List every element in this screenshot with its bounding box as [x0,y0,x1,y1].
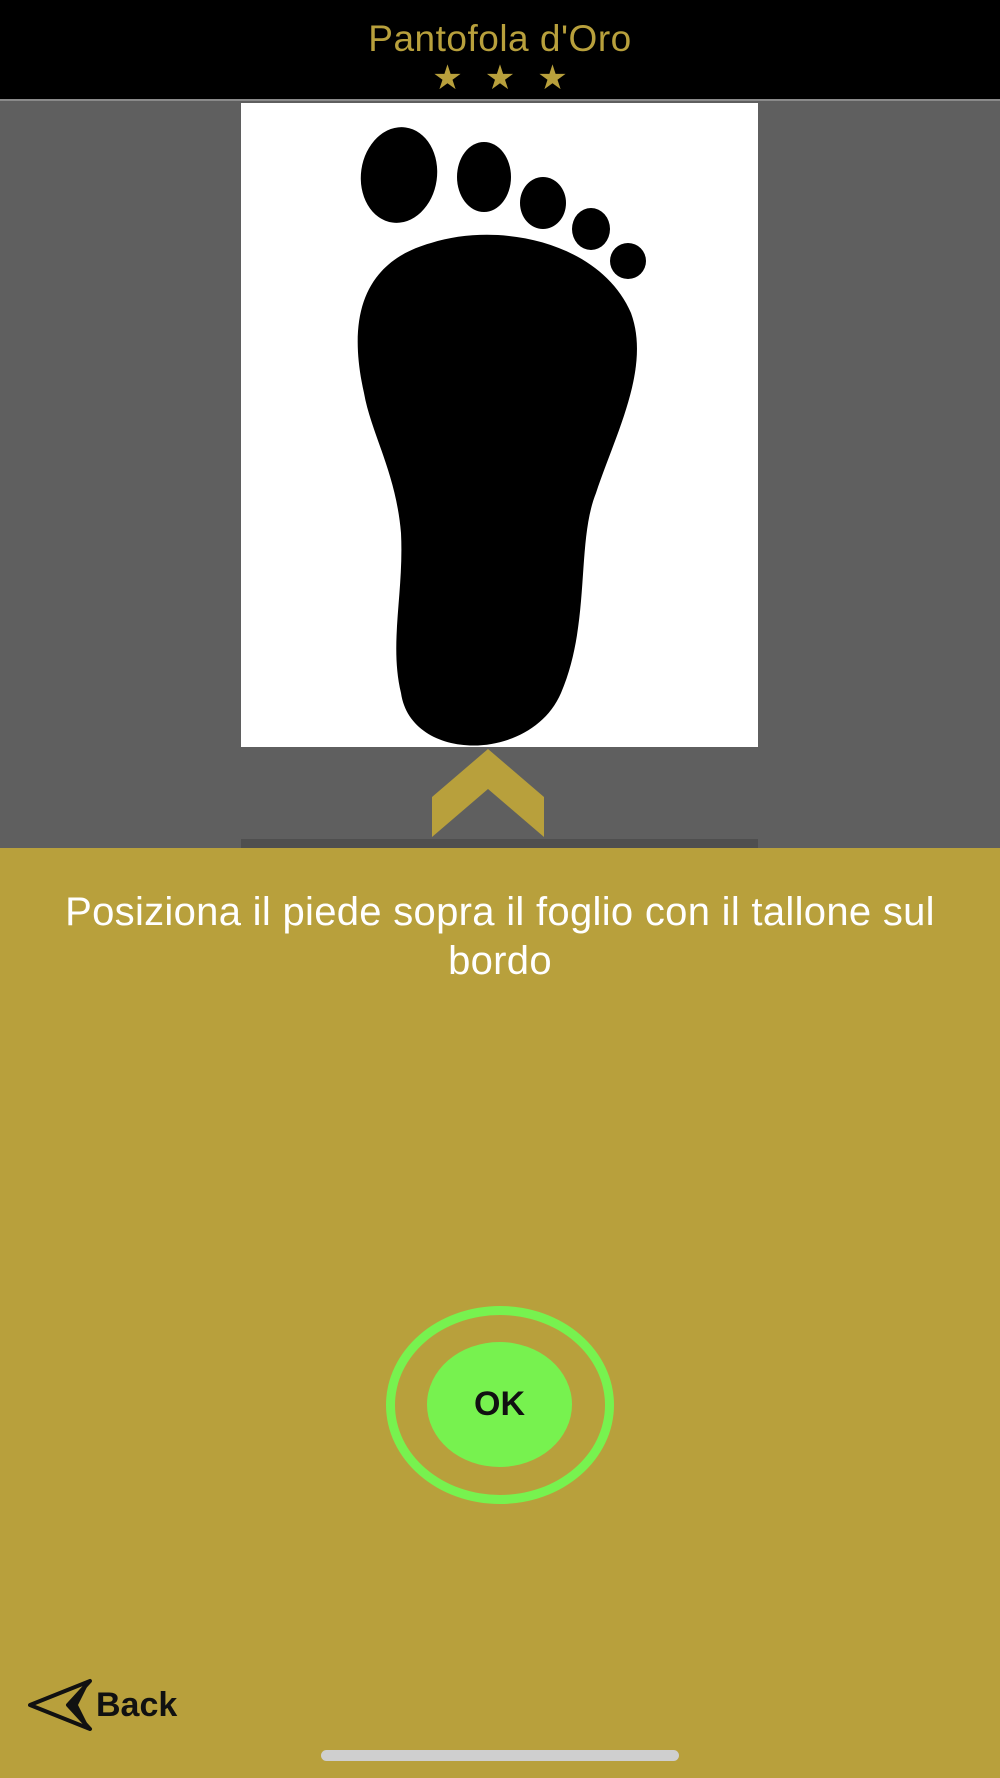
paper-sheet [241,103,758,747]
back-button[interactable]: Back [28,1675,198,1735]
camera-preview [0,101,1000,848]
app-title: Pantofola d'Oro [368,18,632,59]
sheet-edge-strip [241,839,758,848]
foot-icon [357,127,646,746]
chevron-up-icon [432,749,544,837]
home-indicator[interactable] [321,1750,679,1761]
header-bar: Pantofola d'Oro ★★★ [0,0,1000,101]
instruction-text: Posiziona il piede sopra il foglio con i… [65,890,935,983]
ok-button[interactable]: OK [427,1342,572,1467]
back-label: Back [96,1685,178,1724]
back-arrow-icon [28,1679,92,1731]
star-rating: ★★★ [432,59,590,97]
